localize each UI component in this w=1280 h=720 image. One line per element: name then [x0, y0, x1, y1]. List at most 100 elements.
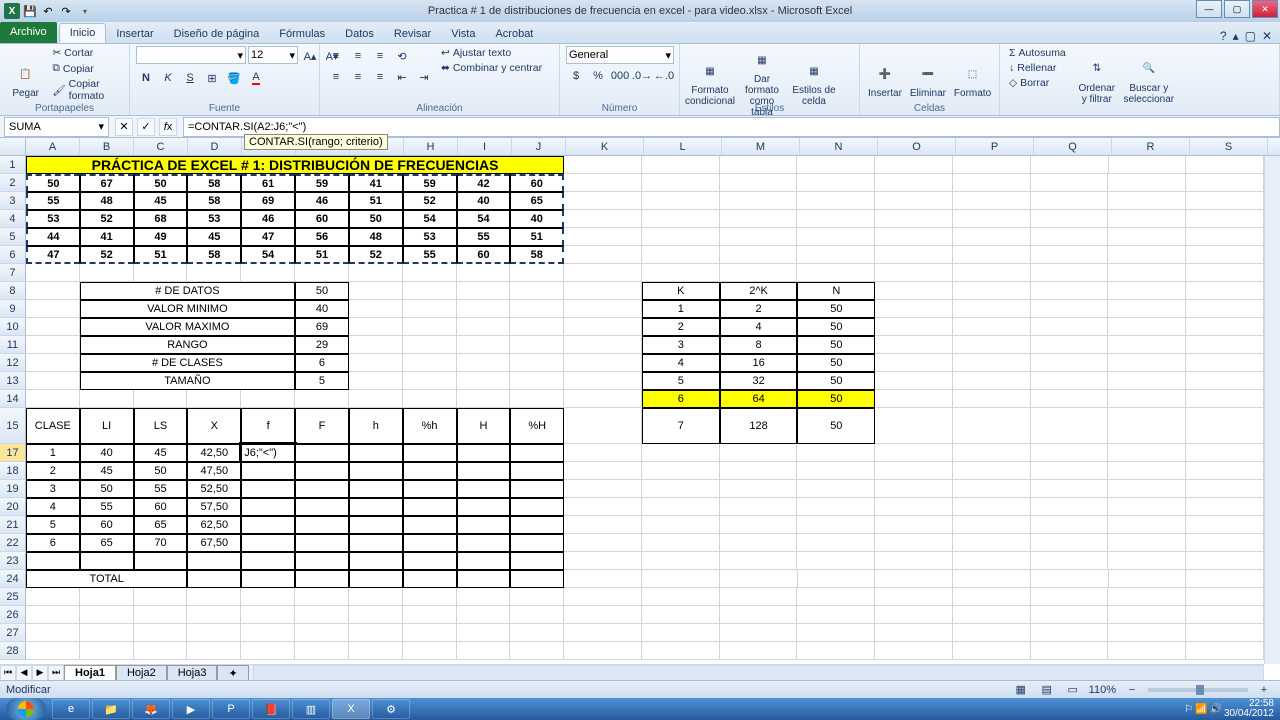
- cell[interactable]: [403, 516, 457, 534]
- minimize-ribbon-icon[interactable]: ▴: [1233, 29, 1239, 43]
- cell[interactable]: [26, 588, 80, 606]
- cell[interactable]: 40: [80, 444, 134, 462]
- cell[interactable]: 54: [241, 246, 295, 264]
- sheet-nav-first-icon[interactable]: ⏮: [0, 665, 16, 681]
- cell[interactable]: [457, 354, 511, 372]
- cell[interactable]: [642, 264, 720, 282]
- cell[interactable]: [797, 228, 875, 246]
- cell[interactable]: [510, 642, 564, 660]
- cell[interactable]: [1186, 516, 1264, 534]
- cell[interactable]: [1031, 462, 1109, 480]
- cell[interactable]: [26, 318, 80, 336]
- cell[interactable]: 65: [80, 534, 134, 552]
- cell[interactable]: 59: [403, 174, 457, 192]
- cell[interactable]: [403, 444, 457, 462]
- cell[interactable]: [1031, 372, 1109, 390]
- cell[interactable]: [510, 462, 564, 480]
- cell[interactable]: 65: [510, 192, 564, 210]
- cell[interactable]: [295, 264, 349, 282]
- name-box[interactable]: SUMA▾: [4, 117, 109, 137]
- row-header[interactable]: 7: [0, 264, 26, 282]
- sheet-nav-last-icon[interactable]: ⏭: [48, 665, 64, 681]
- cell[interactable]: [720, 642, 798, 660]
- cell[interactable]: [797, 174, 875, 192]
- cell[interactable]: [1186, 192, 1264, 210]
- percent-icon[interactable]: %: [588, 66, 608, 86]
- cell[interactable]: [564, 642, 642, 660]
- cell[interactable]: [1031, 264, 1109, 282]
- cell[interactable]: [26, 390, 80, 408]
- cell[interactable]: [349, 480, 403, 498]
- row-header[interactable]: 15: [0, 408, 26, 444]
- cell[interactable]: [875, 516, 953, 534]
- cell[interactable]: [1031, 534, 1109, 552]
- zoom-in-button[interactable]: +: [1254, 680, 1274, 700]
- cell[interactable]: [1108, 300, 1186, 318]
- cell[interactable]: [295, 552, 349, 570]
- cell[interactable]: [349, 462, 403, 480]
- cell[interactable]: 60: [295, 210, 349, 228]
- cell[interactable]: [187, 588, 241, 606]
- cell[interactable]: 69: [295, 318, 349, 336]
- font-name-select[interactable]: ▾: [136, 46, 246, 64]
- cell[interactable]: [403, 552, 457, 570]
- cell[interactable]: 16: [720, 354, 798, 372]
- cell[interactable]: [1108, 552, 1186, 570]
- cell[interactable]: [510, 354, 564, 372]
- cell[interactable]: 51: [349, 192, 403, 210]
- cell[interactable]: [875, 192, 953, 210]
- align-center-icon[interactable]: ≡: [348, 67, 368, 87]
- cell[interactable]: [349, 642, 403, 660]
- sheet-tab-hoja1[interactable]: Hoja1: [64, 665, 116, 681]
- cell[interactable]: 51: [134, 246, 188, 264]
- cell[interactable]: [80, 624, 134, 642]
- indent-dec-icon[interactable]: ⇤: [392, 67, 412, 87]
- cell[interactable]: [1031, 588, 1109, 606]
- cell[interactable]: [875, 264, 953, 282]
- taskbar-pdf-icon[interactable]: 📕: [252, 699, 290, 719]
- cell[interactable]: [953, 156, 1031, 174]
- align-right-icon[interactable]: ≡: [370, 67, 390, 87]
- cell[interactable]: [642, 606, 720, 624]
- cell[interactable]: [564, 606, 642, 624]
- cell[interactable]: [403, 480, 457, 498]
- row-header[interactable]: 25: [0, 588, 26, 606]
- cell[interactable]: 55: [134, 480, 188, 498]
- cell[interactable]: [457, 282, 511, 300]
- cell[interactable]: [953, 246, 1031, 264]
- cell[interactable]: [953, 318, 1031, 336]
- cell[interactable]: RANGO: [80, 336, 295, 354]
- cell[interactable]: [403, 624, 457, 642]
- cell[interactable]: [510, 300, 564, 318]
- cell[interactable]: 50: [797, 354, 875, 372]
- cell[interactable]: [875, 534, 953, 552]
- row-header[interactable]: 5: [0, 228, 26, 246]
- cell[interactable]: 45: [187, 228, 241, 246]
- new-sheet-button[interactable]: ✦: [217, 665, 248, 681]
- cell[interactable]: 50: [26, 174, 80, 192]
- cell[interactable]: 53: [26, 210, 80, 228]
- cell[interactable]: %H: [510, 408, 564, 444]
- cell[interactable]: [510, 282, 564, 300]
- taskbar-ie-icon[interactable]: e: [52, 699, 90, 719]
- currency-icon[interactable]: $: [566, 66, 586, 86]
- cell[interactable]: [1031, 246, 1109, 264]
- cell[interactable]: [642, 462, 720, 480]
- cell[interactable]: 50: [797, 390, 875, 408]
- cell[interactable]: [1186, 570, 1264, 588]
- column-header-N[interactable]: N: [800, 138, 878, 155]
- cell[interactable]: [403, 372, 457, 390]
- cell[interactable]: [510, 624, 564, 642]
- cell[interactable]: [510, 264, 564, 282]
- cell[interactable]: [1186, 642, 1264, 660]
- cell[interactable]: [720, 606, 798, 624]
- cell[interactable]: [1031, 210, 1109, 228]
- align-middle-icon[interactable]: ≡: [348, 46, 368, 66]
- cell[interactable]: [1186, 300, 1264, 318]
- cell[interactable]: %h: [403, 408, 457, 444]
- cell[interactable]: [26, 264, 80, 282]
- cell[interactable]: [953, 192, 1031, 210]
- cell[interactable]: [349, 264, 403, 282]
- cell[interactable]: [953, 354, 1031, 372]
- cell[interactable]: [295, 606, 349, 624]
